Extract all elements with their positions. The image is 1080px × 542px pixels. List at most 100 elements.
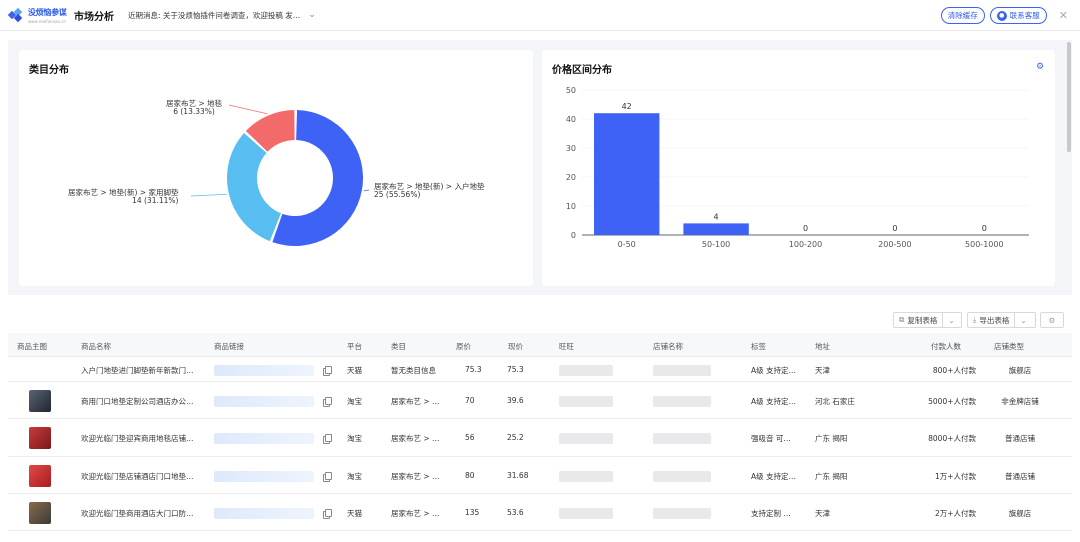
pie-label-slice-1-value: 25 (55.56%) <box>374 190 421 199</box>
table-header: 商品主图 商品名称 商品链接 平台 类目 原价 现价 旺旺 店铺名称 标签 地址… <box>8 333 1072 357</box>
copy-table-button[interactable]: ⧉ 复制表格 ⌄ <box>893 312 962 328</box>
table-row[interactable]: 欢迎光临门垫迎宾商用地毯店铺… 淘宝 居家布艺 > … 56 25.2 强吸音 可… 广东 … <box>8 419 1072 457</box>
current-price: 31.68 <box>507 470 529 480</box>
col-image: 商品主图 <box>17 342 47 351</box>
col-platform: 平台 <box>347 342 362 351</box>
platform: 淘宝 <box>347 396 362 406</box>
copy-link-icon[interactable] <box>323 471 332 482</box>
col-category: 类目 <box>391 342 406 351</box>
bar-value-label: 0 <box>892 224 897 233</box>
platform: 淘宝 <box>347 434 362 443</box>
pie-label-slice-3-value: 6 (13.33%) <box>173 107 215 116</box>
platform: 天猫 <box>347 365 362 375</box>
current-price: 53.6 <box>507 507 524 517</box>
tags: A级 支持定… <box>751 471 797 481</box>
x-tick-label: 100-200 <box>789 240 822 249</box>
wangwang-id <box>559 433 613 444</box>
pie-slice-2[interactable] <box>226 133 281 242</box>
x-tick-label: 500-1000 <box>965 240 1004 249</box>
clear-cache-button[interactable]: 清除缓存 <box>940 7 985 24</box>
pie-label-slice-3: 居家布艺 > 地毯 6 (13.33%) <box>166 100 222 116</box>
col-shop-type: 店铺类型 <box>994 342 1024 351</box>
close-icon[interactable]: ✕ <box>1059 9 1068 22</box>
price-bar-chart: 0 10 20 30 40 50 42 0-50 4 50-100 0 100-200 0 200-500… <box>566 86 1029 249</box>
export-table-button[interactable]: ⤓ 导出表格 ⌄ <box>967 312 1036 328</box>
copy-link-icon[interactable] <box>323 396 332 407</box>
wangwang-id <box>559 364 613 376</box>
bar-value-label: 4 <box>714 212 719 221</box>
table-row[interactable]: 欢迎光临门垫店铺酒店门口地垫… 淘宝 居家布艺 > … 80 31.68 A级 支持定… 广… <box>8 457 1072 494</box>
copy-table-dropdown[interactable]: ⌄ <box>943 313 959 327</box>
col-tags: 标签 <box>751 342 766 351</box>
y-tick-label: 50 <box>566 86 576 95</box>
col-shop: 店铺名称 <box>653 342 683 351</box>
logo-subtext: www.meifannao.cn <box>28 18 66 24</box>
address: 天津 <box>815 508 830 518</box>
category: 暂无类目信息 <box>391 365 436 375</box>
x-tick-label: 50-100 <box>702 240 730 249</box>
tags: 强吸音 可… <box>751 434 791 443</box>
export-table-main[interactable]: ⤓ 导出表格 <box>968 313 1014 327</box>
bar-value-label: 42 <box>622 102 632 111</box>
export-table-label: 导出表格 <box>979 315 1010 325</box>
app-header: 没烦恼参谋 www.meifannao.cn 市场分析 近期消息: 关于没烦恼插… <box>0 0 1080 31</box>
category-pie-chart <box>190 104 370 246</box>
copy-link-icon[interactable] <box>323 434 332 444</box>
product-link[interactable] <box>214 364 314 376</box>
tags: A级 支持定… <box>751 396 797 406</box>
current-price: 75.3 <box>507 364 524 374</box>
platform: 淘宝 <box>347 471 362 481</box>
pie-label-slice-2-value: 14 (31.11%) <box>132 196 179 205</box>
bar-value-label: 0 <box>803 224 808 233</box>
tags: A级 支持定… <box>751 365 797 375</box>
export-table-dropdown[interactable]: ⌄ <box>1015 313 1031 327</box>
original-price: 75.3 <box>465 364 482 374</box>
current-price: 39.6 <box>507 395 524 405</box>
shop-type: 非金牌店铺 <box>1001 396 1039 406</box>
copy-link-icon[interactable] <box>323 508 332 519</box>
product-name: 欢迎光临门垫迎宾商用地毯店铺… <box>81 434 194 443</box>
table-row[interactable]: 入户门地垫进门脚垫新年新款门… 天猫 暂无类目信息 75.3 75.3 A级 支持定… 天津… <box>8 357 1072 382</box>
contact-support-button[interactable]: ● 联系客服 <box>989 7 1047 24</box>
table-row[interactable]: 欢迎光临门垫商用酒店大门口防… 天猫 居家布艺 > … 135 53.6 支持定制 … 天津… <box>8 494 1072 531</box>
table-row[interactable]: 商用门口地垫定制公司酒店办公… 淘宝 居家布艺 > … 70 39.6 A级 支持定… 河北… <box>8 382 1072 419</box>
product-thumbnail[interactable] <box>29 464 51 487</box>
download-icon: ⤓ <box>973 315 977 324</box>
col-link: 商品链接 <box>214 342 244 351</box>
category: 居家布艺 > … <box>391 434 440 443</box>
copy-table-label: 复制表格 <box>907 315 938 325</box>
logo-icon <box>7 7 24 23</box>
copy-table-main[interactable]: ⧉ 复制表格 <box>894 313 942 327</box>
product-link[interactable] <box>214 433 314 444</box>
shop-type: 普通店铺 <box>1005 434 1035 443</box>
shop-name <box>653 433 711 444</box>
scrollbar[interactable] <box>1067 42 1071 152</box>
product-link[interactable] <box>214 507 314 519</box>
chevron-down-icon[interactable]: ⌄ <box>308 10 316 20</box>
product-thumbnail[interactable] <box>29 389 51 412</box>
bar-50-100[interactable] <box>683 223 749 235</box>
shop-type: 普通店铺 <box>1005 471 1035 481</box>
shop-name <box>653 395 711 407</box>
col-price: 现价 <box>508 342 523 351</box>
bar-value-label: 0 <box>982 224 987 233</box>
notice-text[interactable]: 近期消息: 关于没烦恼插件问卷调查，欢迎投稿 发… <box>128 10 300 21</box>
copy-link-icon[interactable] <box>323 365 332 376</box>
y-tick-label: 20 <box>566 173 576 182</box>
address: 广东 揭阳 <box>815 471 848 481</box>
col-wangwang: 旺旺 <box>559 342 574 351</box>
address: 广东 揭阳 <box>815 434 848 443</box>
category: 居家布艺 > … <box>391 508 440 518</box>
product-link[interactable] <box>214 470 314 482</box>
product-link[interactable] <box>214 395 314 407</box>
wangwang-id <box>559 395 613 407</box>
bar-0-50[interactable] <box>594 113 660 235</box>
product-name: 欢迎光临门垫店铺酒店门口地垫… <box>81 471 194 481</box>
shop-name <box>653 470 711 482</box>
shop-name <box>653 507 711 519</box>
table-settings-button[interactable]: ⚙ <box>1040 312 1064 328</box>
product-name: 商用门口地垫定制公司酒店办公… <box>81 396 194 406</box>
product-thumbnail[interactable] <box>29 501 51 524</box>
product-name: 入户门地垫进门脚垫新年新款门… <box>81 365 194 375</box>
product-thumbnail[interactable] <box>29 427 51 449</box>
